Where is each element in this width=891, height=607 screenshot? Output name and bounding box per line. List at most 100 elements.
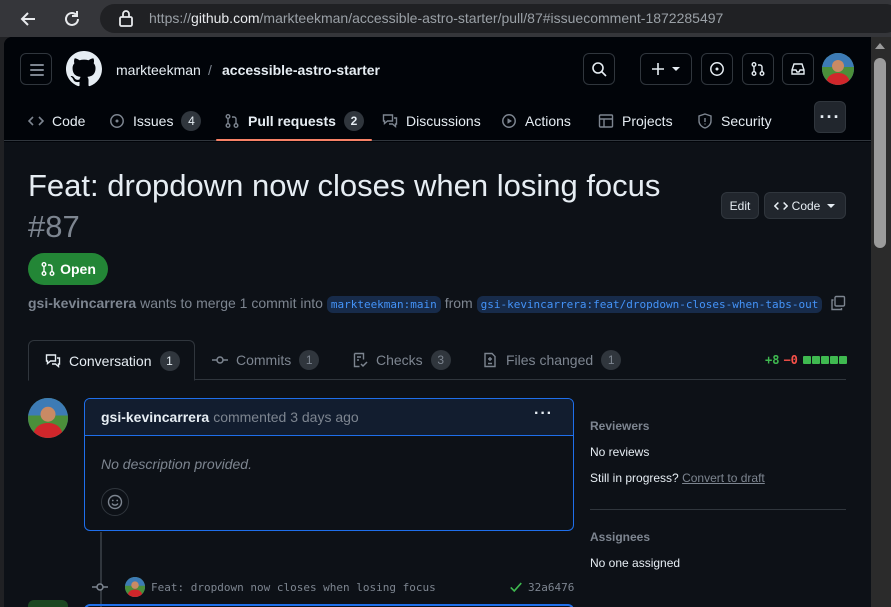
edit-label: Edit [729,198,751,213]
convert-to-draft-link[interactable]: Convert to draft [682,471,765,485]
hamburger-line [30,69,44,71]
search-icon [592,62,607,77]
avatar-image [822,53,854,85]
nav-security-label: Security [721,113,772,129]
pr-tabs: Conversation 1 Commits 1 Checks 3 Files … [28,340,847,381]
nav-security[interactable]: Security [697,101,772,141]
issues-counter: 4 [181,111,202,131]
reviewers-heading[interactable]: Reviewers [590,419,649,433]
assignees-heading[interactable]: Assignees [590,530,650,544]
comment-box: gsi-kevincarrera commented 3 days ago ··… [84,398,574,531]
edit-title-button[interactable]: Edit [721,192,759,219]
kebab-horizontal-icon: ··· [819,106,841,127]
comment-body: No description provided. [101,456,252,472]
comment-author-link[interactable]: gsi-kevincarrera [101,409,209,425]
pull-requests-button[interactable] [742,53,774,85]
commit-sha-link[interactable]: 32a6476 [528,581,574,594]
tab-files-changed[interactable]: Files changed 1 [482,340,622,380]
back-arrow-icon[interactable] [16,7,40,31]
plus-icon [652,63,664,75]
commit-author-avatar[interactable] [125,577,145,597]
github-logo-icon[interactable] [66,51,102,87]
nav-code-label: Code [52,113,86,129]
comment-discussion-icon [45,353,61,368]
additions-count: +8 [765,353,780,367]
tab-checks[interactable]: Checks 3 [352,340,451,380]
browser-toolbar: https://github.com/markteekman/accessibl… [0,0,891,37]
pr-meta: gsi-kevincarrera wants to merge 1 commit… [28,295,846,313]
pr-author-link[interactable]: gsi-kevincarrera [28,295,136,311]
conversation-counter: 1 [159,350,180,371]
tab-conversation[interactable]: Conversation 1 [28,340,195,381]
tab-commits-label: Commits [236,352,292,368]
git-pull-request-icon [225,114,239,128]
in-progress-text: Still in progress? [590,471,679,485]
reload-icon[interactable] [60,7,84,31]
repo-name-link[interactable]: accessible-astro-starter [222,62,380,78]
nav-issues-label: Issues [133,113,174,129]
tab-commits[interactable]: Commits 1 [212,340,320,380]
nav-actions[interactable]: Actions [501,101,571,141]
diffstat-block [829,356,838,364]
diffstat-block [811,356,820,364]
file-diff-icon [484,352,496,368]
menu-button[interactable] [20,53,52,85]
code-icon [773,201,788,210]
from-text: from [444,295,473,311]
checklist-icon [353,352,368,368]
nav-issues[interactable]: Issues 4 [109,101,202,141]
pr-main: Feat: dropdown now closes when losing fo… [4,142,871,607]
check-icon[interactable] [509,580,523,594]
inbox-button[interactable] [782,53,814,85]
tab-checks-label: Checks [376,352,423,368]
deletions-count: −0 [783,353,798,367]
search-button[interactable] [583,53,615,85]
create-new-button[interactable] [640,53,692,85]
avatar-image [28,398,68,438]
pr-state-badge: Open [28,253,108,285]
triangle-down-icon [827,203,836,208]
smiley-icon [107,494,123,510]
scrollbar-thumb[interactable] [874,58,886,248]
base-branch[interactable]: markteekman:main [326,296,441,313]
nav-discussions-label: Discussions [406,113,481,129]
git-commit-icon [212,356,228,364]
copy-icon[interactable] [830,295,846,311]
github-page: markteekman / accessible-astro-starter C… [4,37,871,607]
nav-pulls-label: Pull requests [248,113,336,129]
issues-button[interactable] [701,53,733,85]
code-dropdown-button[interactable]: Code [764,192,846,219]
comment-options-icon[interactable]: ··· [534,405,553,423]
lock-icon[interactable] [118,9,134,27]
pr-title: Feat: dropdown now closes when losing fo… [28,168,661,203]
add-reaction-button[interactable] [101,488,129,516]
nav-code[interactable]: Code [28,101,85,141]
comment-author-avatar[interactable] [28,398,68,438]
nav-actions-label: Actions [525,113,571,129]
git-pull-request-icon [41,262,55,276]
nav-projects[interactable]: Projects [598,101,673,141]
nav-discussions[interactable]: Discussions [382,101,481,141]
git-pull-request-icon [751,62,765,76]
comment-header: gsi-kevincarrera commented 3 days ago ··… [85,399,573,436]
diffstat: +8 −0 [765,353,847,367]
pulls-counter: 2 [343,111,364,131]
comment-timestamp[interactable]: commented 3 days ago [213,409,359,425]
diffstat-block [802,356,811,364]
user-avatar[interactable] [822,53,854,85]
commit-message-link[interactable]: Feat: dropdown now closes when losing fo… [151,581,436,594]
url-text: https://github.com/markteekman/accessibl… [149,10,724,26]
repo-navigation: Code Issues 4 Pull requests 2 Discussion… [4,101,871,141]
timeline-commit: Feat: dropdown now closes when losing fo… [84,575,574,599]
sidebar-divider [590,509,846,510]
nav-pull-requests[interactable]: Pull requests 2 [216,101,372,141]
head-branch[interactable]: gsi-kevincarrera:feat/dropdown-closes-wh… [476,296,823,313]
checks-counter: 3 [430,350,451,370]
scroll-up-arrow-icon[interactable] [875,43,885,49]
diffstat-block [820,356,829,364]
repo-owner-link[interactable]: markteekman [116,62,201,78]
more-nav-button[interactable]: ··· [814,101,846,133]
shield-icon [698,113,712,129]
diffstat-block [838,356,847,364]
triangle-down-icon [672,67,680,71]
